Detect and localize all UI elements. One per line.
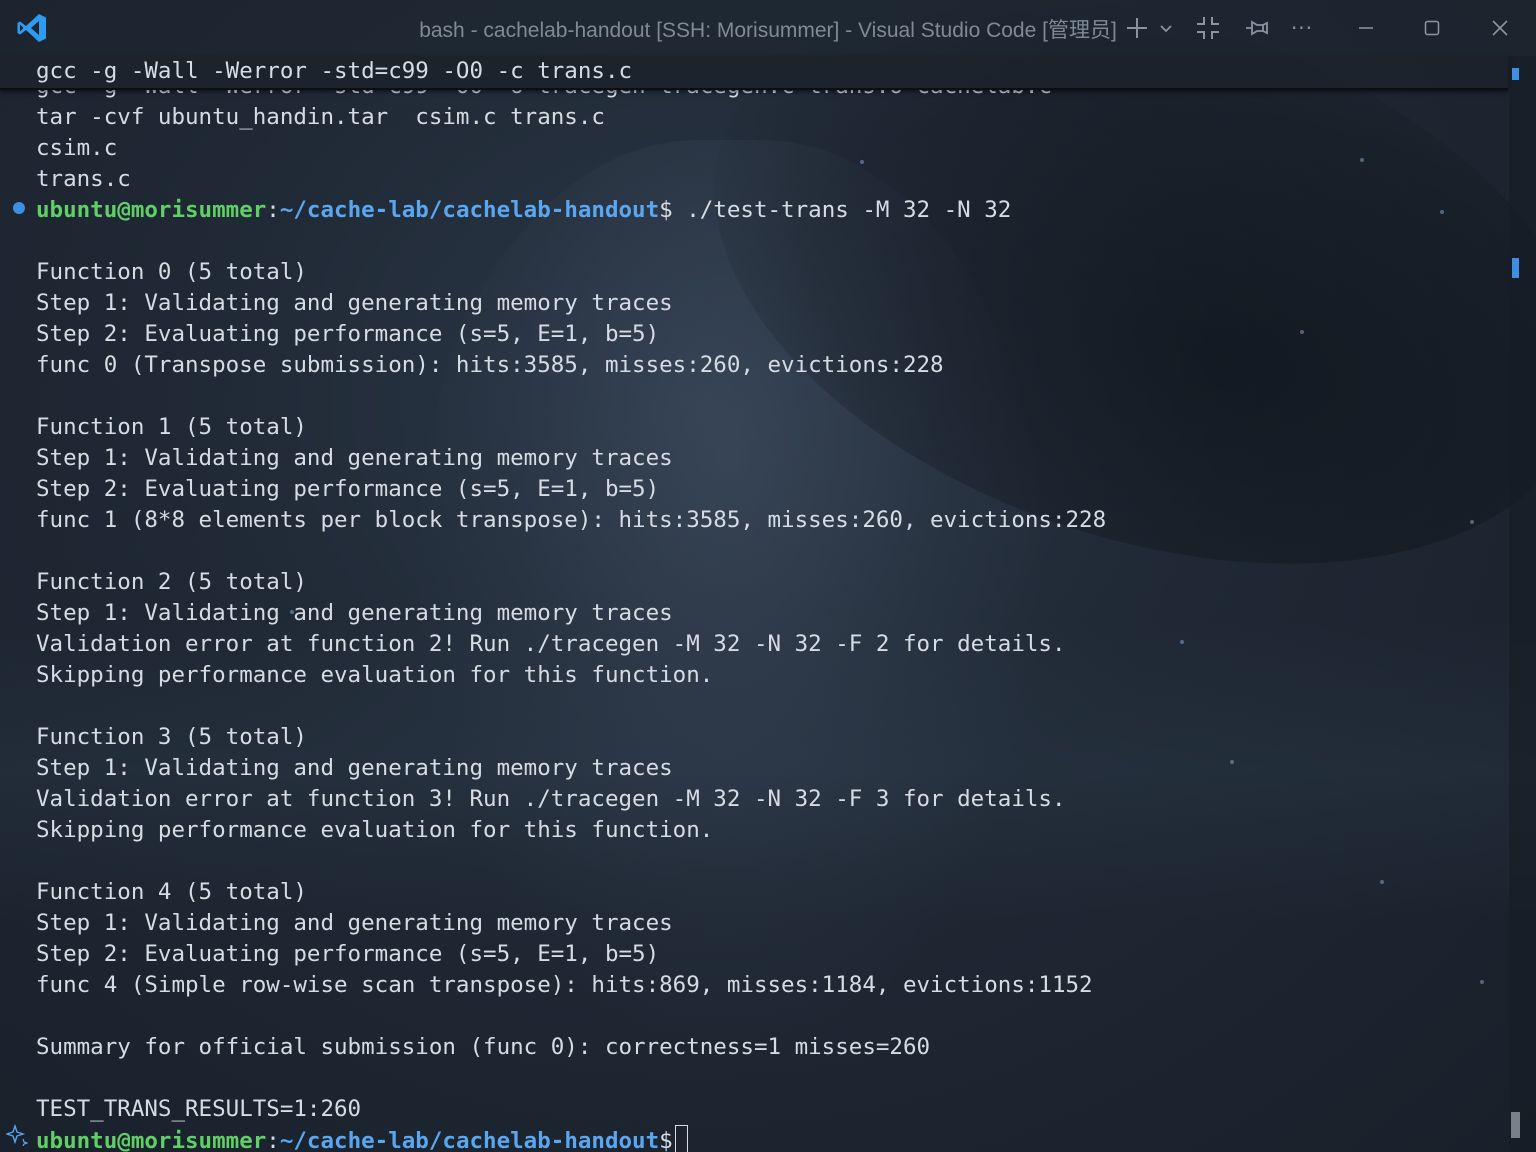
terminal-output-line: Validation error at function 3! Run ./tr… bbox=[36, 786, 1066, 812]
terminal-output-line: Step 1: Validating and generating memory… bbox=[36, 910, 673, 936]
terminal-output-line: Validation error at function 2! Run ./tr… bbox=[36, 631, 1066, 657]
terminal-output-line: TEST_TRANS_RESULTS=1:260 bbox=[36, 1096, 362, 1122]
terminal-output-line: Step 2: Evaluating performance (s=5, E=1… bbox=[36, 476, 660, 502]
sticky-scroll-command[interactable]: gcc -g -Wall -Werror -std=c99 -O0 -c tra… bbox=[0, 56, 1508, 90]
terminal-output-line: func 4 (Simple row-wise scan transpose):… bbox=[36, 972, 1093, 998]
terminal-scrollbar[interactable] bbox=[1509, 56, 1536, 1152]
prompt-user-host: ubuntu@morisummer bbox=[36, 197, 267, 223]
terminal-prompt-line: ubuntu@morisummer:~/cache-lab/cachelab-h… bbox=[36, 195, 1011, 226]
layout-icon[interactable] bbox=[1192, 10, 1224, 46]
terminal-output-line: Skipping performance evaluation for this… bbox=[36, 662, 714, 688]
terminal-partial-line: gcc -g -Wall -Werror -std=c99 -O0 -o tra… bbox=[36, 88, 1052, 102]
prompt-user-host: ubuntu@morisummer bbox=[36, 1128, 267, 1152]
terminal-output-line: Step 2: Evaluating performance (s=5, E=1… bbox=[36, 321, 660, 347]
chevron-down-icon[interactable] bbox=[1154, 10, 1178, 46]
terminal-output-line: Function 4 (5 total) bbox=[36, 879, 307, 905]
command-success-marker[interactable] bbox=[13, 202, 25, 214]
scrollbar-thumb[interactable] bbox=[1511, 1112, 1520, 1138]
scrollbar-command-marker bbox=[1512, 258, 1519, 278]
prompt-path: ~/cache-lab/cachelab-handout bbox=[279, 1128, 660, 1152]
terminal-output-line: Function 3 (5 total) bbox=[36, 724, 307, 750]
terminal-output-line: func 0 (Transpose submission): hits:3585… bbox=[36, 352, 944, 378]
terminal-cursor bbox=[674, 1125, 688, 1152]
new-terminal-plus-icon[interactable] bbox=[1122, 10, 1152, 46]
terminal-output-line: Step 1: Validating and generating memory… bbox=[36, 600, 673, 626]
terminal-line: trans.c bbox=[36, 166, 131, 192]
terminal-prompt-line: ubuntu@morisummer:~/cache-lab/cachelab-h… bbox=[36, 1125, 688, 1152]
terminal-output-line: Step 1: Validating and generating memory… bbox=[36, 755, 673, 781]
title-bar: bash - cachelab-handout [SSH: Morisummer… bbox=[0, 0, 1536, 56]
terminal-output-line: Function 1 (5 total) bbox=[36, 414, 307, 440]
terminal-output-line: Function 0 (5 total) bbox=[36, 259, 307, 285]
minimize-icon[interactable] bbox=[1350, 10, 1382, 46]
prompt-colon: : bbox=[266, 1128, 280, 1152]
terminal-output-line: Step 1: Validating and generating memory… bbox=[36, 445, 673, 471]
terminal-line: tar -cvf ubuntu_handin.tar csim.c trans.… bbox=[36, 104, 605, 130]
prompt-symbol: $ bbox=[659, 197, 673, 223]
pin-icon[interactable] bbox=[1240, 10, 1272, 46]
prompt-symbol: $ bbox=[659, 1128, 673, 1152]
prompt-path: ~/cache-lab/cachelab-handout bbox=[279, 197, 660, 223]
prompt-colon: : bbox=[266, 197, 280, 223]
terminal-panel[interactable]: gcc -g -Wall -Werror -std=c99 -O0 -o tra… bbox=[0, 56, 1508, 1152]
more-icon[interactable]: ··· bbox=[1286, 10, 1318, 46]
sticky-command-text: gcc -g -Wall -Werror -std=c99 -O0 -c tra… bbox=[36, 58, 633, 84]
terminal-output-line: Step 1: Validating and generating memory… bbox=[36, 290, 673, 316]
vscode-logo-icon[interactable] bbox=[16, 12, 48, 44]
terminal-output-line: Summary for official submission (func 0)… bbox=[36, 1034, 931, 1060]
prompt-command: ./test-trans -M 32 -N 32 bbox=[672, 197, 1012, 223]
scrollbar-command-marker bbox=[1512, 68, 1519, 80]
terminal-output-line: func 1 (8*8 elements per block transpose… bbox=[36, 507, 1107, 533]
terminal-line: csim.c bbox=[36, 135, 118, 161]
terminal-output-line: Skipping performance evaluation for this… bbox=[36, 817, 714, 843]
terminal-output-line: Step 2: Evaluating performance (s=5, E=1… bbox=[36, 941, 660, 967]
sparkle-icon[interactable] bbox=[6, 1124, 28, 1146]
close-icon[interactable] bbox=[1484, 10, 1516, 46]
maximize-icon[interactable] bbox=[1416, 10, 1448, 46]
terminal-output-line: Function 2 (5 total) bbox=[36, 569, 307, 595]
